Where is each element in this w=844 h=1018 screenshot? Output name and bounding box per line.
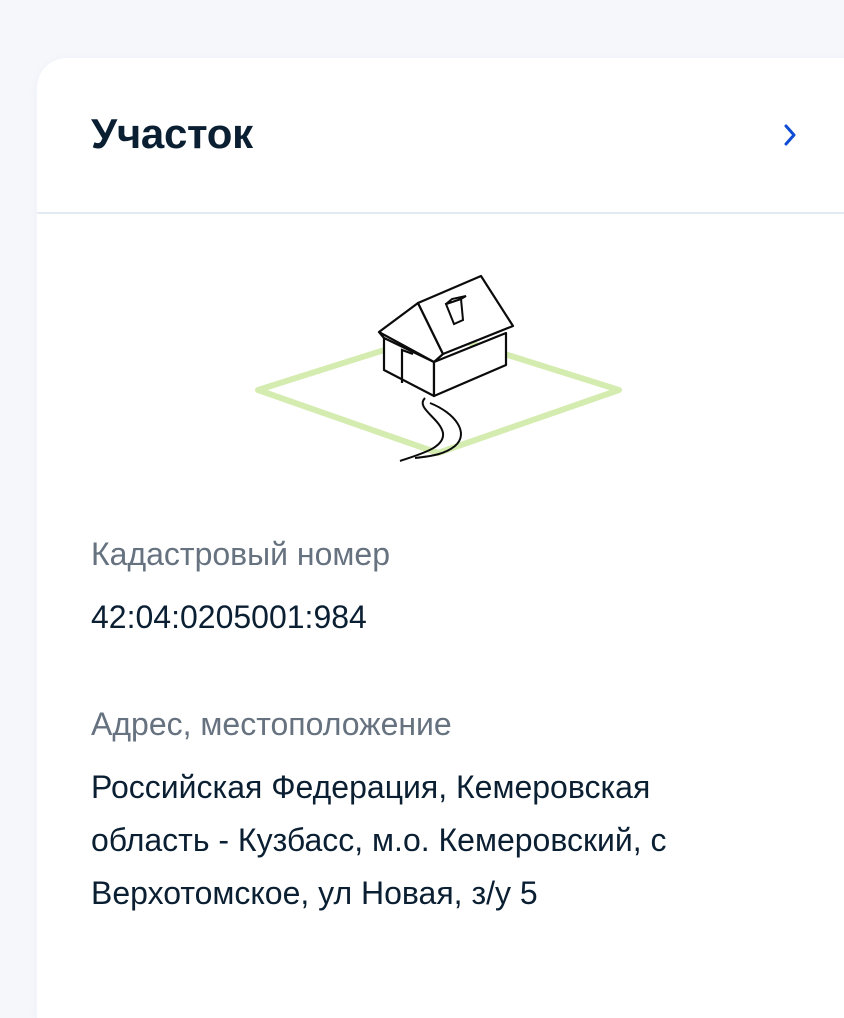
cadastral-number-label: Кадастровый номер	[91, 536, 390, 572]
cadastral-number-value: 42:04:0205001:984	[91, 599, 367, 635]
address-line-3: Верхотомское, ул Новая, з/у 5	[91, 875, 538, 911]
card-title: Участок	[91, 110, 253, 157]
address-line-2: область - Кузбасс, м.о. Кемеровский, с	[91, 822, 667, 858]
house-plot-icon	[255, 274, 622, 462]
chevron-right-icon[interactable]	[775, 120, 805, 150]
plot-card: Участок Кадастровый номер 42:04:0205001:…	[37, 58, 844, 1018]
address-label: Адрес, местоположение	[91, 706, 452, 742]
address-line-1: Российская Федерация, Кемеровская	[91, 769, 651, 805]
plot-card-header[interactable]: Участок	[37, 58, 844, 214]
